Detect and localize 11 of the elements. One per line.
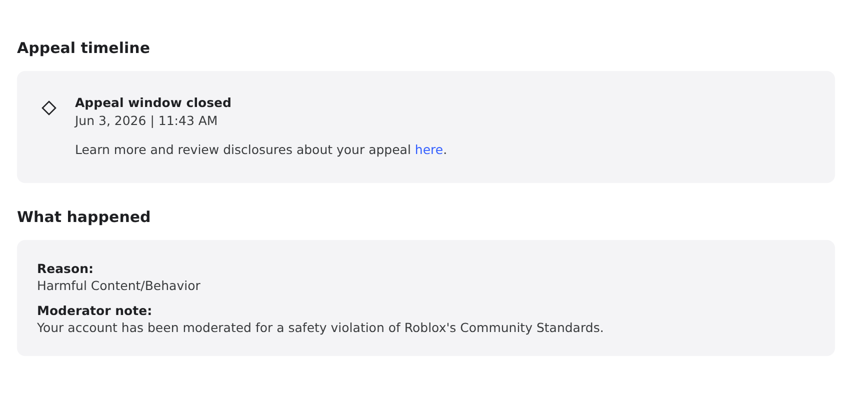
section-heading: Appeal timeline — [17, 38, 151, 58]
event-date: Jun 3, 2026 | 11:43 AM — [75, 112, 219, 130]
section-heading: What happened — [17, 207, 152, 227]
field-value: Your account has been moderated for a safety violation of Roblox's Community Standards. — [37, 319, 605, 336]
field-label: Reason: — [37, 260, 94, 277]
field-label: Moderator note: — [37, 302, 154, 319]
disclosure-text: Learn more and review disclosures about your appeal here. — [75, 141, 448, 159]
here-link[interactable]: here — [414, 142, 444, 157]
event-title: Appeal window closed — [75, 95, 232, 111]
diamond-icon — [41, 100, 57, 116]
field-value: Harmful Content/Behavior — [37, 277, 202, 294]
